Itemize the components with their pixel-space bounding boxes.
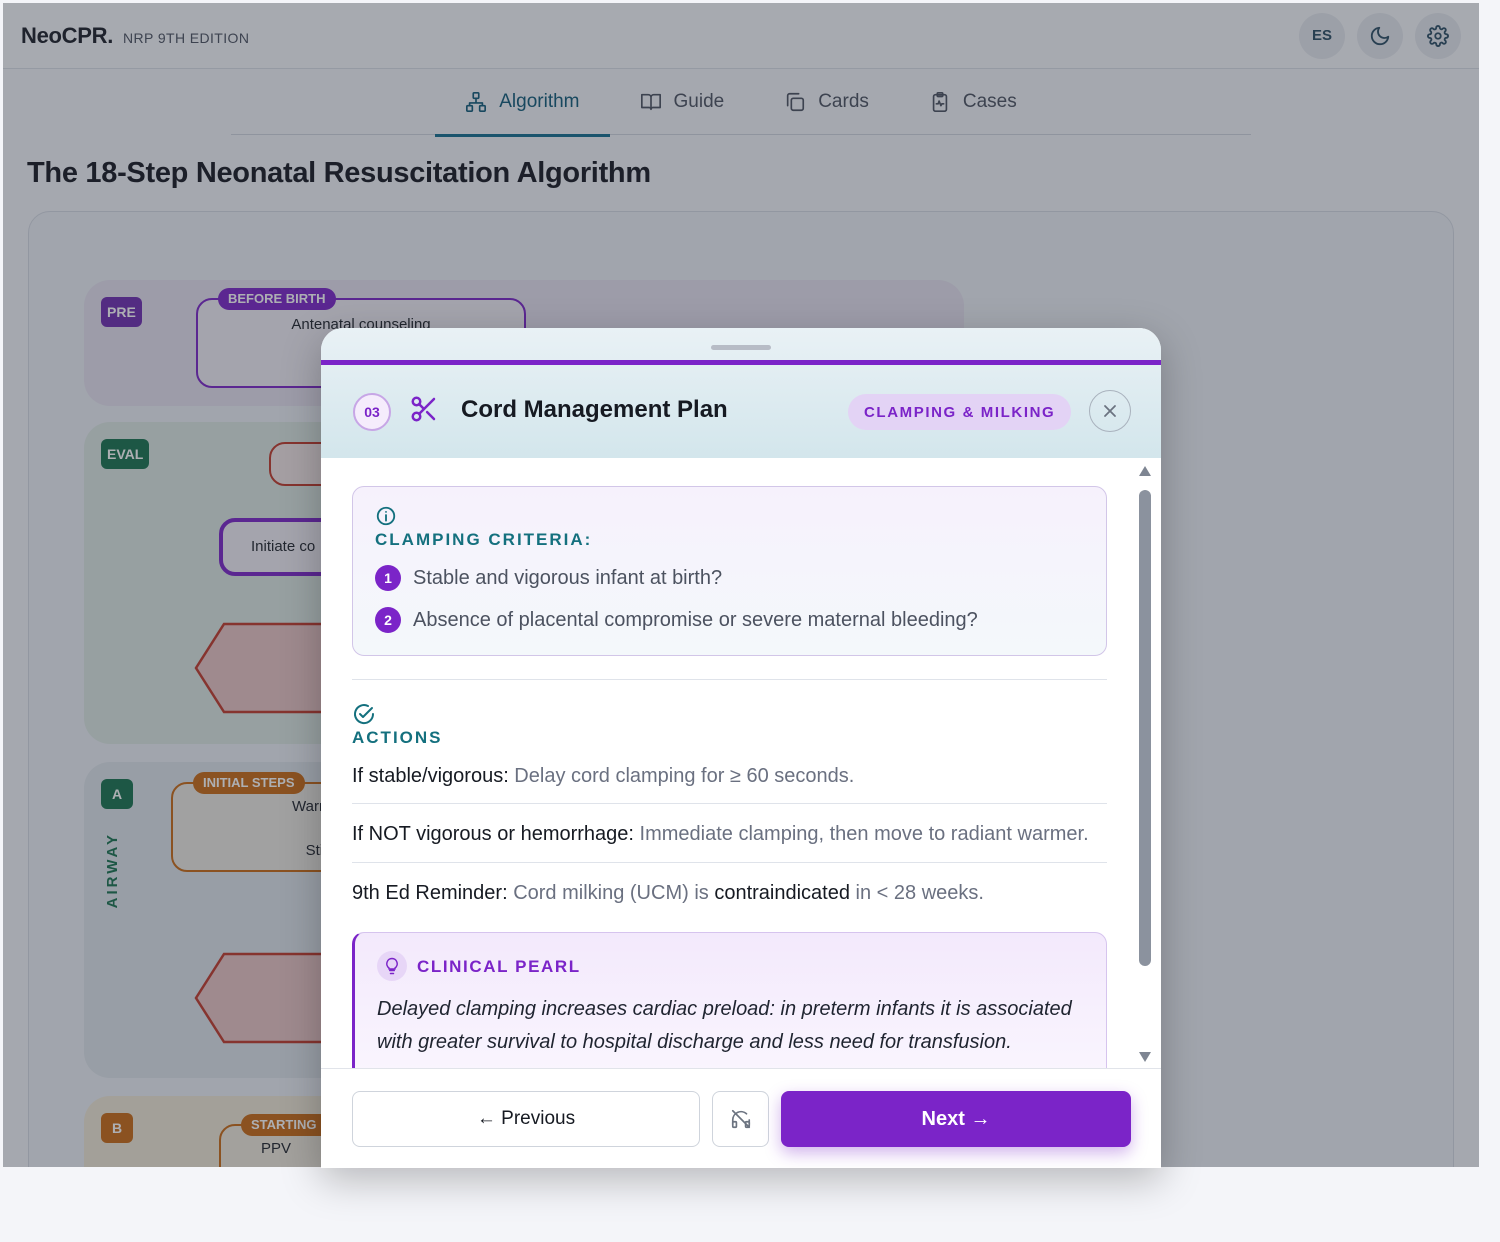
audio-button[interactable] [712,1091,769,1147]
criteria-text: Absence of placental compromise or sever… [413,608,978,631]
criteria-item: 1 Stable and vigorous infant at birth? [375,565,722,591]
scroll-up-arrow[interactable] [1139,466,1151,476]
modal-header: 03 Cord Management Plan CLAMPING & MILKI… [321,328,1161,458]
action-tail: in < 28 weeks. [849,882,984,904]
divider [352,679,1107,680]
step-detail-modal: 03 Cord Management Plan CLAMPING & MILKI… [321,328,1161,1168]
criteria-title: CLAMPING CRITERIA: [375,530,593,549]
modal-body[interactable]: CLAMPING CRITERIA: 1 Stable and vigorous… [321,458,1161,1068]
info-icon [376,506,396,526]
action-row: 9th Ed Reminder: Cord milking (UCM) is c… [352,882,1107,905]
action-strong: contraindicated [714,882,850,904]
next-button[interactable]: Next → [781,1091,1131,1147]
previous-button[interactable]: ← Previous [352,1091,700,1147]
pearl-title: CLINICAL PEARL [417,957,581,976]
divider [352,803,1107,804]
accent-bar [321,360,1161,365]
lightbulb-icon [377,951,407,981]
scroll-down-arrow[interactable] [1139,1052,1151,1062]
scroll-thumb[interactable] [1139,490,1151,966]
step-number-badge: 03 [353,393,391,431]
action-row: If stable/vigorous: Delay cord clamping … [352,765,1107,788]
category-badge: CLAMPING & MILKING [848,394,1072,430]
close-icon [1104,405,1116,417]
pearl-text: Delayed clamping increases cardiac prelo… [377,998,1072,1053]
action-lead: If stable/vigorous: [352,765,509,787]
clinical-pearl-card: CLINICAL PEARL Delayed clamping increase… [352,932,1107,1068]
modal-title: Cord Management Plan [461,396,728,423]
scrollbar[interactable] [1138,466,1152,1062]
criteria-number: 1 [375,565,401,591]
criteria-card: CLAMPING CRITERIA: 1 Stable and vigorous… [352,486,1107,656]
action-lead: If NOT vigorous or hemorrhage: [352,823,634,845]
action-text: Immediate clamping, then move to radiant… [633,823,1089,845]
scissors-icon [411,396,436,422]
divider [352,862,1107,863]
criteria-item: 2 Absence of placental compromise or sev… [375,607,978,633]
action-lead: 9th Ed Reminder: [352,882,508,904]
criteria-number: 2 [375,607,401,633]
modal-footer: ← Previous Next → [321,1068,1161,1168]
headphones-off-icon [731,1109,750,1129]
action-row: If NOT vigorous or hemorrhage: Immediate… [352,823,1107,846]
drag-handle[interactable] [711,345,771,350]
actions-title: ACTIONS [352,728,443,747]
action-text: Cord milking (UCM) is [507,882,715,904]
check-circle-icon [354,704,375,725]
criteria-text: Stable and vigorous infant at birth? [413,566,723,589]
action-text: Delay cord clamping for ≥ 60 seconds. [508,765,855,787]
close-button[interactable] [1089,390,1131,432]
